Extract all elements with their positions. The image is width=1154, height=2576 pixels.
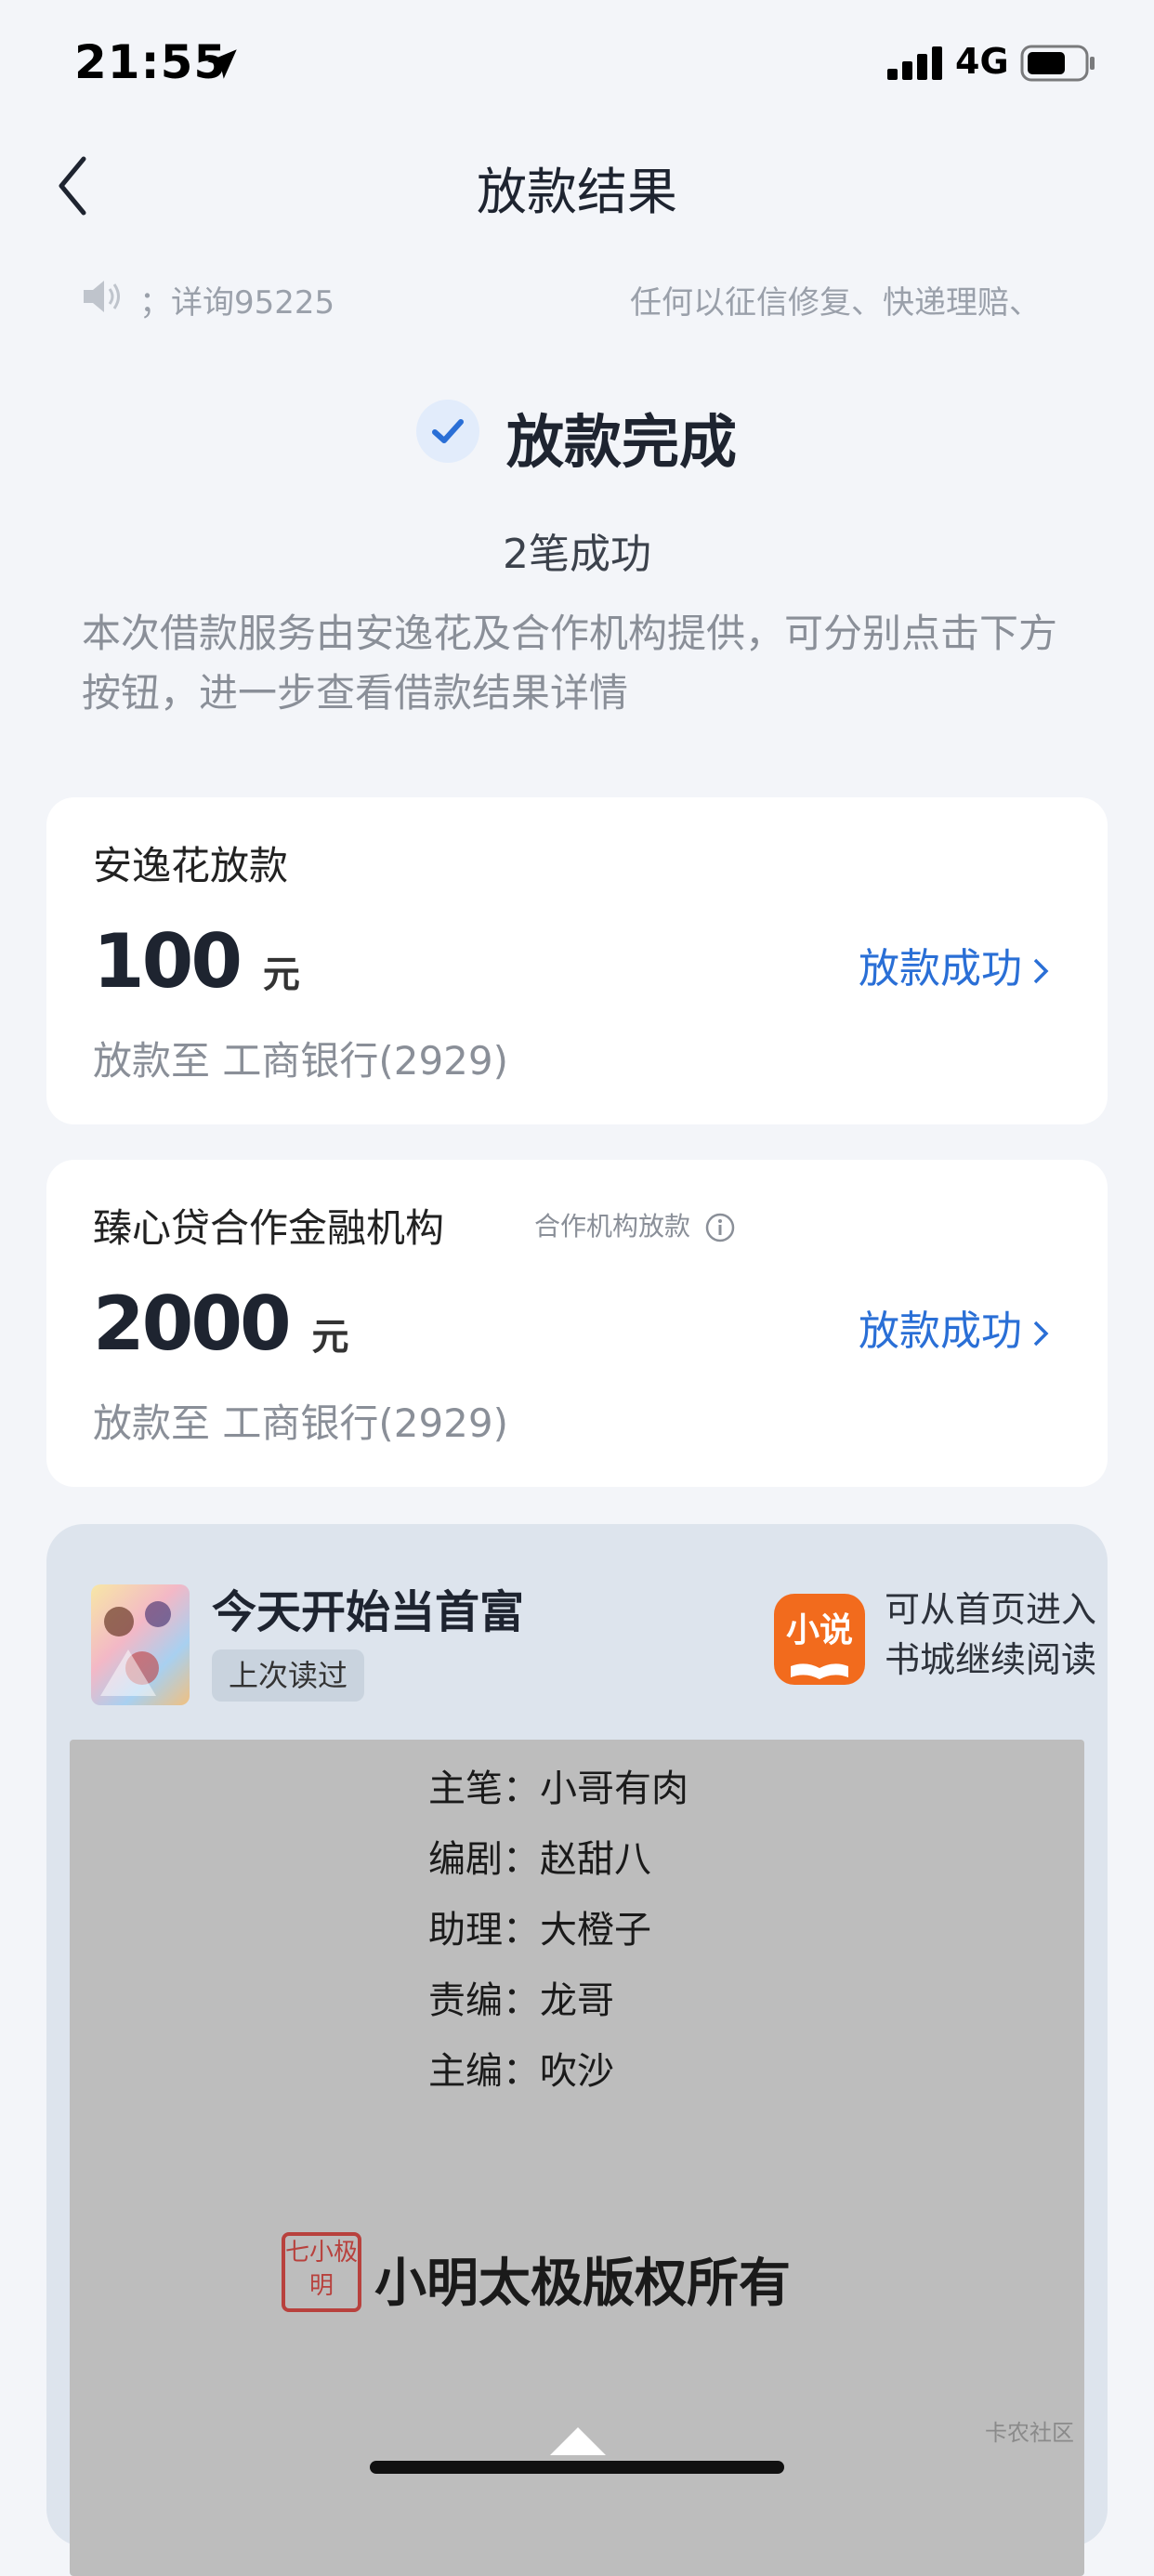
loan-card-partner[interactable]: 臻心贷合作金融机构 合作机构放款 2000 元 放款成功 放款至 工商银行(29…	[46, 1160, 1108, 1487]
credit-line: 主编：吹沙	[428, 2050, 614, 2093]
loan-card-anyihua[interactable]: 安逸花放款 100 元 放款成功 放款至 工商银行(2929)	[46, 797, 1108, 1124]
notice-text-left[interactable]: ；详询95225	[139, 277, 334, 322]
card-title: 臻心贷合作金融机构	[93, 1205, 445, 1251]
open-book-icon	[791, 1663, 848, 1679]
status-link[interactable]: 放款成功	[859, 935, 1050, 994]
network-type: 4G	[955, 41, 1009, 82]
chevron-right-icon	[1033, 958, 1049, 984]
loan-amount: 2000 元	[93, 1281, 349, 1367]
amount-unit: 元	[311, 1316, 349, 1359]
credit-line: 责编：龙哥	[428, 1979, 614, 2022]
status-link[interactable]: 放款成功	[859, 1297, 1050, 1357]
result-count: 2笔成功	[503, 531, 651, 578]
seal-stamp: 七小极明	[282, 2232, 361, 2312]
novel-app-logo: 小说	[774, 1594, 865, 1685]
book-title[interactable]: 今天开始当首富	[212, 1575, 524, 1640]
battery-icon	[1020, 45, 1095, 82]
location-arrow-icon	[207, 49, 237, 79]
info-icon	[705, 1213, 735, 1242]
page-title: 放款结果	[477, 163, 677, 221]
partner-tag[interactable]: 合作机构放款	[534, 1206, 736, 1243]
speaker-icon	[84, 281, 120, 312]
loan-amount: 100 元	[93, 918, 300, 1005]
credit-line: 编剧：赵甜八	[428, 1838, 651, 1881]
watermark: 卡农社区	[985, 2420, 1074, 2446]
signal-icon	[887, 46, 942, 80]
check-icon	[416, 400, 479, 463]
book-cover[interactable]	[91, 1584, 190, 1705]
book-card[interactable]: 今天开始当首富 上次读过 小说 可从首页进入 书城继续阅读 主笔：小哥有肉 编剧…	[46, 1524, 1108, 2576]
chevron-right-icon	[1033, 1321, 1049, 1347]
notice-text-right[interactable]: 任何以征信修复、快递理赔、	[630, 277, 1076, 322]
amount-unit: 元	[262, 953, 300, 996]
credit-line: 助理：大橙子	[428, 1909, 651, 1952]
app-hint: 可从首页进入 书城继续阅读	[885, 1589, 1097, 1680]
result-title: 放款完成	[506, 408, 738, 476]
payout-account: 放款至 工商银行(2929)	[93, 1038, 509, 1084]
result-description: 本次借款服务由安逸花及合作机构提供，可分别点击下方按钮，进一步查看借款结果详情	[82, 611, 1058, 716]
home-indicator[interactable]	[370, 2461, 784, 2474]
last-read-badge: 上次读过	[212, 1649, 365, 1702]
logo-text: 小说	[785, 1611, 853, 1649]
scroll-up-icon[interactable]	[550, 2427, 606, 2455]
copyright-text: 小明太极版权所有	[374, 2254, 791, 2314]
card-title: 安逸花放款	[93, 843, 289, 888]
credit-line: 主笔：小哥有肉	[428, 1768, 688, 1810]
payout-account: 放款至 工商银行(2929)	[93, 1400, 509, 1446]
